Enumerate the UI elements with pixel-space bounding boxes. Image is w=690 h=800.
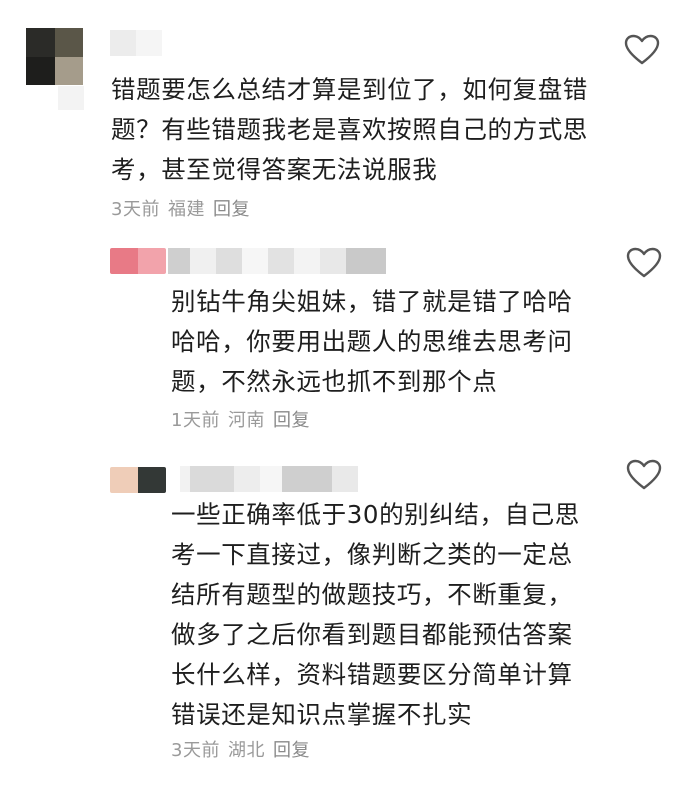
avatar[interactable]: [110, 467, 166, 493]
comment-meta: 3天前 福建 回复: [111, 195, 250, 221]
comment-meta: 3天前 湖北 回复: [171, 736, 310, 762]
comment-text: 别钻牛角尖姐妹，错了就是错了哈哈 哈哈，你要用出题人的思维去思考问 题，不然永远…: [171, 287, 573, 396]
comment-time: 1天前: [171, 410, 220, 431]
comment-text: 一些正确率低于30的别纠结，自己思 考一下直接过，像判断之类的一定总 结所有题型…: [171, 500, 580, 729]
username-blurred[interactable]: [110, 30, 162, 56]
comment-location: 福建: [167, 199, 205, 220]
like-heart-icon[interactable]: [626, 459, 662, 491]
avatar[interactable]: [110, 248, 166, 274]
username-blurred[interactable]: [180, 466, 358, 492]
comment-text: 错题要怎么总结才算是到位了，如何复盘错 题？有些错题我老是喜欢按照自己的方式思 …: [111, 75, 588, 184]
avatar-shadow: [58, 86, 84, 110]
comment-time: 3天前: [111, 199, 160, 220]
reply-button[interactable]: 回复: [273, 406, 310, 432]
comment-time: 3天前: [171, 740, 220, 761]
username-blurred[interactable]: [168, 248, 386, 274]
like-heart-icon[interactable]: [626, 247, 662, 279]
comment-meta: 1天前 河南 回复: [171, 406, 310, 432]
like-heart-icon[interactable]: [624, 34, 660, 66]
comment-location: 湖北: [227, 740, 265, 761]
comment-location: 河南: [227, 410, 265, 431]
reply-button[interactable]: 回复: [273, 736, 310, 762]
reply-button[interactable]: 回复: [213, 195, 250, 221]
avatar[interactable]: [26, 28, 83, 85]
